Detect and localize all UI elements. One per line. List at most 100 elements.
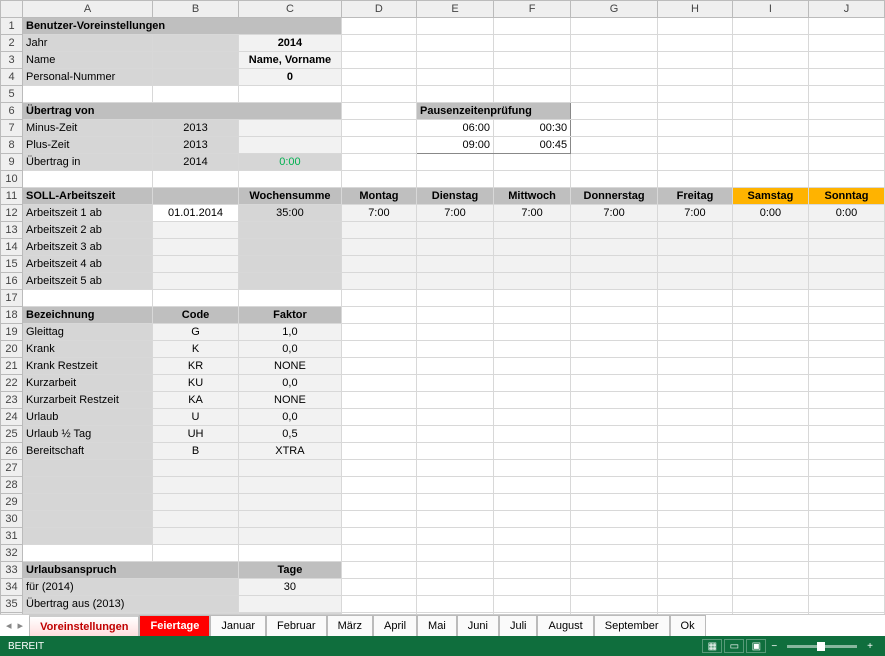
cell-C4[interactable]: 0 [239, 69, 342, 86]
cell-J9[interactable] [809, 154, 885, 171]
cell-F25[interactable] [494, 426, 571, 443]
cell-I18[interactable] [732, 307, 808, 324]
row-15-header[interactable]: 15 [1, 256, 23, 273]
cell-E18[interactable] [417, 307, 494, 324]
sheet-tab-januar[interactable]: Januar [210, 615, 266, 636]
cell-C11[interactable]: Wochensumme [239, 188, 342, 205]
cell-H34[interactable] [658, 579, 733, 596]
cell-E35[interactable] [417, 596, 494, 613]
cell-H20[interactable] [658, 341, 733, 358]
row-31-header[interactable]: 31 [1, 528, 23, 545]
cell-F19[interactable] [494, 324, 571, 341]
cell-H24[interactable] [658, 409, 733, 426]
cell-A19[interactable]: Gleittag [23, 324, 153, 341]
sheet-tab-feiertage[interactable]: Feiertage [139, 615, 210, 636]
cell-C16[interactable] [239, 273, 342, 290]
tab-nav-next-icon[interactable]: ▸ [18, 619, 24, 632]
cell-G23[interactable] [571, 392, 658, 409]
cell-B16[interactable] [153, 273, 239, 290]
cell-C17[interactable] [239, 290, 342, 307]
cell-J10[interactable] [809, 171, 885, 188]
cell-I30[interactable] [732, 511, 808, 528]
cell-E4[interactable] [417, 69, 494, 86]
cell-I12[interactable]: 0:00 [732, 205, 808, 222]
cell-B31[interactable] [153, 528, 239, 545]
cell-H17[interactable] [658, 290, 733, 307]
cell-D2[interactable] [341, 35, 416, 52]
col-F[interactable]: F [494, 1, 571, 18]
zoom-in-icon[interactable]: + [867, 641, 873, 652]
cell-D7[interactable] [341, 120, 416, 137]
cell-C29[interactable] [239, 494, 342, 511]
cell-D15[interactable] [341, 256, 416, 273]
cell-F10[interactable] [494, 171, 571, 188]
cell-G2[interactable] [571, 35, 658, 52]
cell-D11[interactable]: Montag [341, 188, 416, 205]
cell-G8[interactable] [571, 137, 658, 154]
cell-G4[interactable] [571, 69, 658, 86]
cell-J27[interactable] [809, 460, 885, 477]
cell-A34[interactable]: für (2014) [23, 579, 239, 596]
cell-B15[interactable] [153, 256, 239, 273]
cell-F14[interactable] [494, 239, 571, 256]
cell-I33[interactable] [732, 562, 808, 579]
cell-I13[interactable] [732, 222, 808, 239]
cell-G14[interactable] [571, 239, 658, 256]
cell-C18[interactable]: Faktor [239, 307, 342, 324]
row-36-header[interactable]: 36 [1, 613, 23, 615]
cell-B32[interactable] [153, 545, 239, 562]
cell-E13[interactable] [417, 222, 494, 239]
cell-C35[interactable] [239, 596, 342, 613]
cell-D10[interactable] [341, 171, 416, 188]
cell-E11[interactable]: Dienstag [417, 188, 494, 205]
cell-F32[interactable] [494, 545, 571, 562]
cell-F12[interactable]: 7:00 [494, 205, 571, 222]
cell-A7[interactable]: Minus-Zeit [23, 120, 153, 137]
cell-B30[interactable] [153, 511, 239, 528]
cell-H28[interactable] [658, 477, 733, 494]
cell-J11[interactable]: Sonntag [809, 188, 885, 205]
cell-H33[interactable] [658, 562, 733, 579]
cell-G20[interactable] [571, 341, 658, 358]
cell-B20[interactable]: K [153, 341, 239, 358]
cell-B3[interactable] [153, 52, 239, 69]
cell-B26[interactable]: B [153, 443, 239, 460]
sheet-tab-juli[interactable]: Juli [499, 615, 538, 636]
cell-A3[interactable]: Name [23, 52, 153, 69]
cell-A16[interactable]: Arbeitszeit 5 ab [23, 273, 153, 290]
cell-C26[interactable]: XTRA [239, 443, 342, 460]
cell-F5[interactable] [494, 86, 571, 103]
cell-F23[interactable] [494, 392, 571, 409]
cell-B4[interactable] [153, 69, 239, 86]
cell-I34[interactable] [732, 579, 808, 596]
cell-A18[interactable]: Bezeichnung [23, 307, 153, 324]
cell-D9[interactable] [341, 154, 416, 171]
cell-G35[interactable] [571, 596, 658, 613]
cell-D17[interactable] [341, 290, 416, 307]
cell-B12[interactable]: 01.01.2014 [153, 205, 239, 222]
cell-A21[interactable]: Krank Restzeit [23, 358, 153, 375]
cell-H4[interactable] [658, 69, 733, 86]
cell-D21[interactable] [341, 358, 416, 375]
cell-J23[interactable] [809, 392, 885, 409]
cell-B13[interactable] [153, 222, 239, 239]
cell-H15[interactable] [658, 256, 733, 273]
cell-H1[interactable] [658, 18, 733, 35]
cell-A4[interactable]: Personal-Nummer [23, 69, 153, 86]
cell-A15[interactable]: Arbeitszeit 4 ab [23, 256, 153, 273]
sheet-tab-august[interactable]: August [537, 615, 593, 636]
row-13-header[interactable]: 13 [1, 222, 23, 239]
zoom-out-icon[interactable]: − [771, 641, 777, 652]
cell-E23[interactable] [417, 392, 494, 409]
cell-A29[interactable] [23, 494, 153, 511]
sheet-tab-februar[interactable]: Februar [266, 615, 327, 636]
row-30-header[interactable]: 30 [1, 511, 23, 528]
cell-B22[interactable]: KU [153, 375, 239, 392]
cell-E1[interactable] [417, 18, 494, 35]
cell-G18[interactable] [571, 307, 658, 324]
cell-G30[interactable] [571, 511, 658, 528]
cell-E6[interactable]: Pausenzeitenprüfung [417, 103, 571, 120]
cell-I15[interactable] [732, 256, 808, 273]
cell-A17[interactable] [23, 290, 153, 307]
cell-C8[interactable] [239, 137, 342, 154]
